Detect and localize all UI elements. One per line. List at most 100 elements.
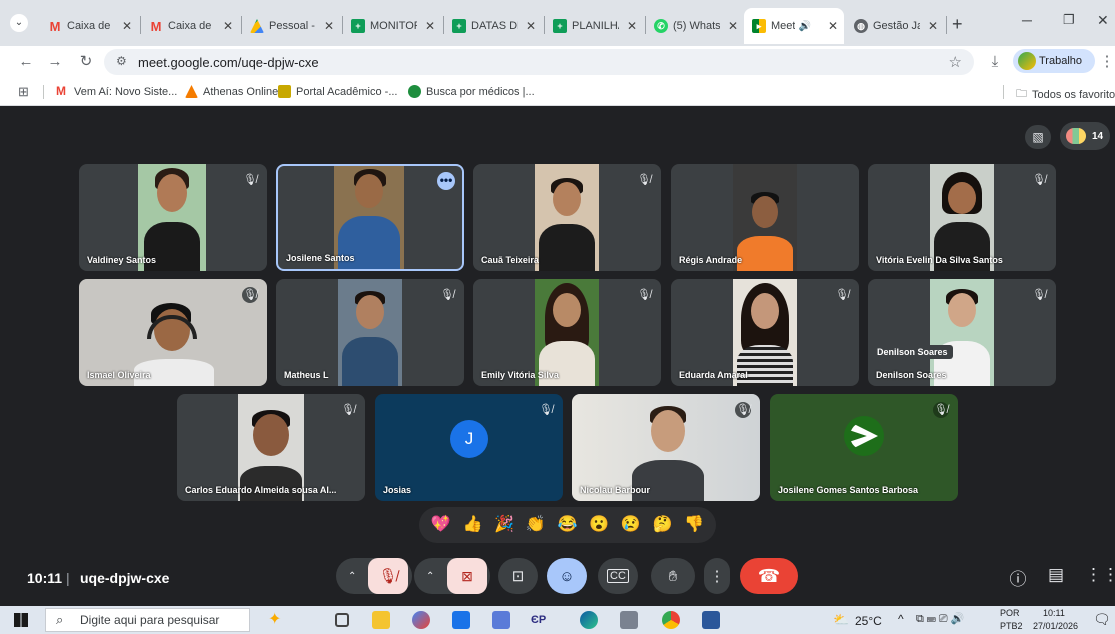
back-button[interactable]: ← <box>16 52 36 72</box>
participant-tile[interactable]: 🎙︎̸ Valdiney Santos <box>79 164 267 271</box>
tab-sheets-monitor[interactable]: + MONITOR ✕ <box>343 8 443 44</box>
tab-search-chevron-icon[interactable]: ⌄ <box>10 14 28 32</box>
store-icon[interactable] <box>452 611 470 629</box>
weather-icon[interactable]: ⛅ <box>833 612 849 628</box>
reaction-thumbs-down[interactable]: 👎 <box>684 517 704 533</box>
participant-tile[interactable]: 🎙︎̸ Nicolau Barbour <box>572 394 760 501</box>
taskbar-search-box[interactable]: ⌕ Digite aqui para pesquisar <box>45 608 250 632</box>
leave-call-button[interactable]: ☎ <box>740 558 798 594</box>
profile-button[interactable]: Trabalho <box>1013 49 1095 73</box>
reaction-clapping[interactable]: 👏 <box>526 517 546 533</box>
tab-sheets-planilha[interactable]: + PLANILHA ✕ <box>545 8 645 44</box>
close-tab-icon[interactable]: ✕ <box>920 19 946 33</box>
close-tab-icon[interactable]: ✕ <box>822 19 844 33</box>
participant-tile[interactable]: 🎙︎̸ Emily Vitória Silva <box>473 279 661 386</box>
tray-chevron-up-icon[interactable]: ^ <box>898 612 904 626</box>
reaction-surprised[interactable]: 😮 <box>589 517 609 533</box>
edge-icon[interactable] <box>580 611 598 629</box>
bookmark-item[interactable]: Athenas Online <box>185 85 278 98</box>
notification-icon[interactable]: 🗨 <box>1093 611 1111 628</box>
chat-icon[interactable]: ▤ <box>1045 565 1067 585</box>
minimize-button[interactable]: ─ <box>1022 12 1032 28</box>
more-options-icon[interactable]: ••• <box>437 172 455 190</box>
all-bookmarks-button[interactable]: 🗀 Todos os favoritos <box>1016 85 1115 104</box>
site-info-icon[interactable]: ⚙ <box>116 54 127 68</box>
tab-whatsapp[interactable]: ✆ (5) Whats ✕ <box>646 8 746 44</box>
participant-tile[interactable]: 🎙︎̸ Vitória Evelin Da Silva Santos <box>868 164 1056 271</box>
address-bar[interactable]: ⚙ meet.google.com/uqe-dpjw-cxe ☆ <box>104 49 974 75</box>
reaction-thumbs-up[interactable]: 👍 <box>463 517 483 533</box>
tab-meet-active[interactable]: ▸ Meet 🔊 ✕ <box>744 8 844 44</box>
participant-tile[interactable]: 🎙︎̸ Josilene Gomes Santos Barbosa <box>770 394 958 501</box>
task-view-icon[interactable] <box>335 613 349 627</box>
meeting-details-icon[interactable]: ⓘ <box>1007 565 1029 590</box>
present-button[interactable]: ⊡ <box>498 558 538 594</box>
participant-tile[interactable]: 🎙︎̸ Eduarda Amaral <box>671 279 859 386</box>
camera-toggle-button[interactable]: ⊠ <box>447 558 487 594</box>
participants-button[interactable]: 14 <box>1060 122 1110 150</box>
mic-toggle-button[interactable]: 🎙︎̸ <box>368 558 408 594</box>
participant-tile[interactable]: J 🎙︎̸ Josias <box>375 394 563 501</box>
word-icon[interactable] <box>702 611 720 629</box>
reload-button[interactable]: ↻ <box>76 52 96 72</box>
gmail-icon: M <box>49 18 61 34</box>
reaction-laughing[interactable]: 😂 <box>557 517 577 533</box>
app-icon[interactable] <box>492 611 510 629</box>
epic-icon[interactable]: ЄP <box>531 611 549 629</box>
participant-tile[interactable]: Denilson Soares 🎙︎̸ Denilson Soares <box>868 279 1056 386</box>
language-top[interactable]: POR <box>1000 608 1020 618</box>
language-bottom[interactable]: PTB2 <box>1000 621 1023 631</box>
tab-sheets-datas[interactable]: + DATAS DE ✕ <box>444 8 544 44</box>
raise-hand-button[interactable]: ✋︎ <box>651 558 695 594</box>
file-explorer-icon[interactable] <box>372 611 390 629</box>
close-tab-icon[interactable]: ✕ <box>518 19 544 33</box>
forward-button[interactable]: → <box>45 52 65 72</box>
participant-name: Cauã Teixeira <box>481 255 539 265</box>
menu-dots-icon[interactable]: ⋮ <box>1097 52 1115 72</box>
tray-icons[interactable]: ⧉ ⌨ ⎚ 🔊 <box>916 612 964 626</box>
tab-gmail-1[interactable]: M Caixa de ✕ <box>40 8 140 44</box>
windows-start-icon[interactable] <box>14 613 28 627</box>
copilot-sparkle-icon[interactable]: ✦ <box>268 611 286 629</box>
more-options-button[interactable]: ⋮ <box>704 558 730 594</box>
reaction-sparkling-heart[interactable]: 💖 <box>431 517 451 533</box>
participant-tile[interactable]: 🎙︎̸ Ismael Oliveira <box>79 279 267 386</box>
new-tab-button[interactable]: + <box>952 14 963 35</box>
calculator-icon[interactable] <box>620 611 638 629</box>
close-tab-icon[interactable]: ✕ <box>720 19 746 33</box>
reaction-sad[interactable]: 😢 <box>621 517 641 533</box>
download-icon[interactable]: ⤓ <box>985 52 1005 72</box>
tab-gestao[interactable]: ◍ Gestão Ja ✕ <box>846 8 946 44</box>
bookmark-item[interactable]: Busca por médicos |... <box>408 85 535 98</box>
chrome-icon[interactable] <box>662 611 680 629</box>
reactions-button[interactable]: ☺ <box>547 558 587 594</box>
close-tab-icon[interactable]: ✕ <box>316 19 342 33</box>
reaction-party-popper[interactable]: 🎉 <box>494 517 514 533</box>
tab-drive[interactable]: Pessoal - ✕ <box>242 8 342 44</box>
separator: | <box>66 570 70 586</box>
close-window-button[interactable]: ✕ <box>1097 12 1109 29</box>
participant-tile[interactable]: 🎙︎̸ Matheus L <box>276 279 464 386</box>
taskbar-date[interactable]: 27/01/2026 <box>1033 621 1078 631</box>
tab-gmail-2[interactable]: M Caixa de ✕ <box>141 8 241 44</box>
photos-icon[interactable] <box>412 611 430 629</box>
bookmark-star-icon[interactable]: ☆ <box>949 53 962 71</box>
participant-tile[interactable]: 🎙︎̸ Cauã Teixeira <box>473 164 661 271</box>
bookmark-item[interactable]: M Vem Aí: Novo Siste... <box>56 85 177 98</box>
taskbar-time[interactable]: 10:11 <box>1043 608 1065 618</box>
participant-tile[interactable]: 🎙︎̸ Carlos Eduardo Almeida sousa Al... <box>177 394 365 501</box>
bookmark-item[interactable]: Portal Acadêmico -... <box>278 85 398 98</box>
restore-button[interactable]: ❐ <box>1063 12 1075 28</box>
share-hidden-icon[interactable]: ▧ <box>1025 125 1051 149</box>
close-tab-icon[interactable]: ✕ <box>619 19 645 33</box>
close-tab-icon[interactable]: ✕ <box>114 19 140 33</box>
browser-toolbar: ← → ↻ ⚙ meet.google.com/uqe-dpjw-cxe ☆ ⤓… <box>0 46 1115 78</box>
participant-tile-pinned[interactable]: ••• Josilene Santos <box>276 164 464 271</box>
reaction-thinking[interactable]: 🤔 <box>652 517 672 533</box>
close-tab-icon[interactable]: ✕ <box>215 19 241 33</box>
apps-grid-icon[interactable]: ⊞ <box>18 84 29 100</box>
captions-button[interactable]: CC <box>598 558 638 594</box>
activities-icon[interactable]: ⋮⋮ <box>1085 565 1115 585</box>
participant-tile[interactable]: Régis Andrade <box>671 164 859 271</box>
close-tab-icon[interactable]: ✕ <box>417 19 443 33</box>
